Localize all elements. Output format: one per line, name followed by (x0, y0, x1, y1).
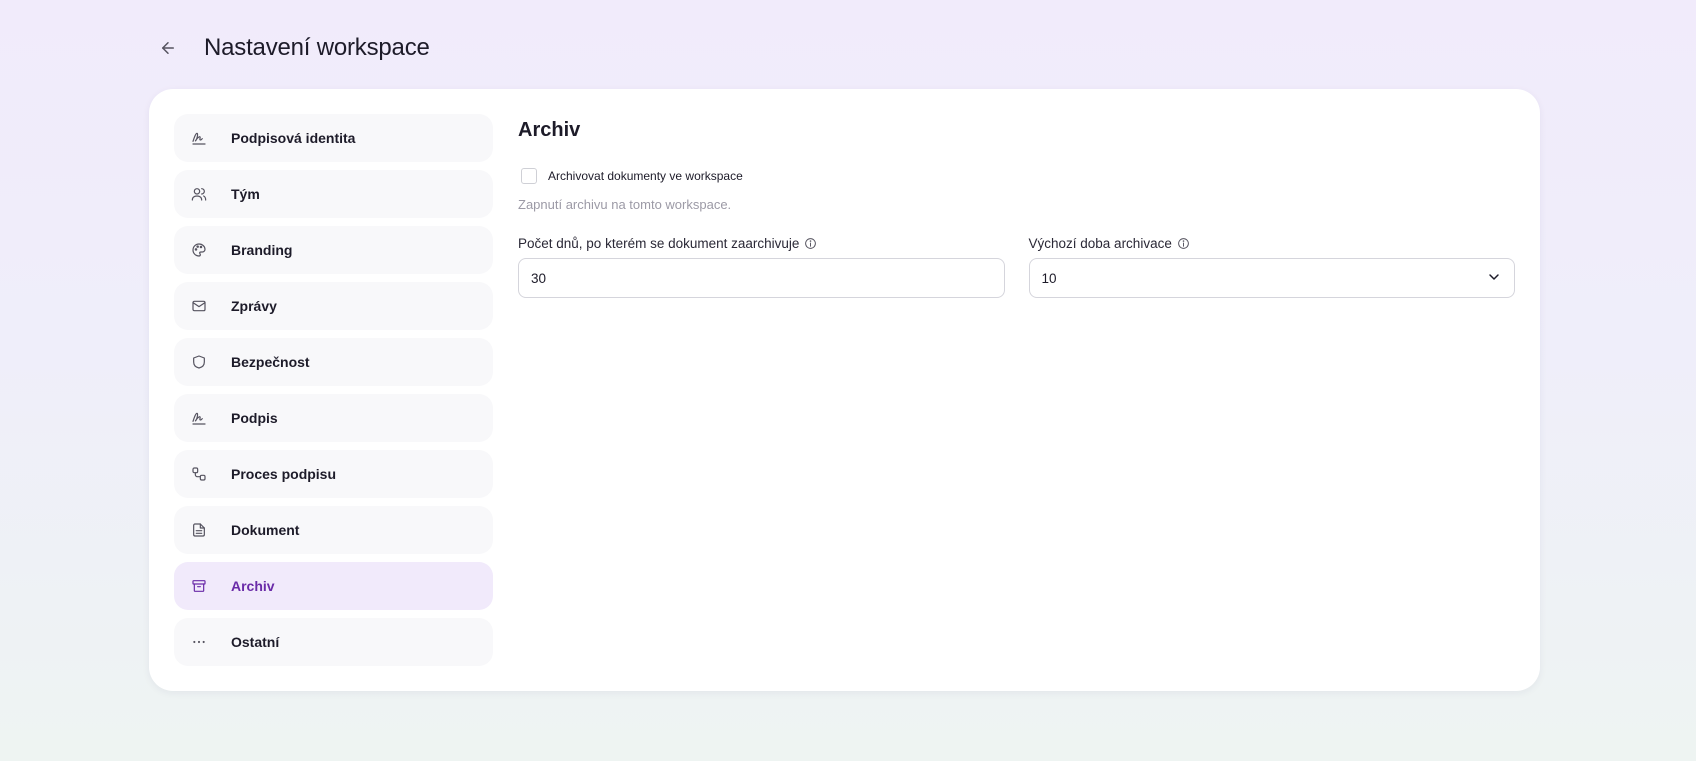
archive-help-text: Zapnutí archivu na tomto workspace. (518, 197, 732, 212)
arrow-left-icon (162, 42, 174, 54)
shield-icon (190, 353, 208, 371)
days-field: Počet dnů, po kterém se dokument zaarchi… (518, 234, 1005, 298)
sidebar-item-team[interactable]: Tým (174, 170, 493, 218)
sidebar-item-label: Tým (231, 186, 260, 202)
palette-icon (190, 241, 208, 259)
archive-checkbox[interactable] (521, 168, 537, 184)
sidebar-item-label: Podpisová identita (231, 130, 356, 146)
archive-settings-panel: Archiv Archivovat dokumenty ve workspace… (518, 114, 1515, 298)
sidebar-item-messages[interactable]: Zprávy (174, 282, 493, 330)
duration-field: Výchozí doba archivace 10 (1028, 234, 1516, 298)
days-label-text: Počet dnů, po kterém se dokument zaarchi… (518, 235, 800, 251)
sidebar-item-label: Archiv (231, 578, 275, 594)
sidebar-item-label: Zprávy (231, 298, 277, 314)
days-field-label: Počet dnů, po kterém se dokument zaarchi… (518, 234, 1005, 252)
sidebar-item-archive[interactable]: Archiv (174, 562, 493, 610)
more-icon (190, 633, 208, 651)
sidebar-item-label: Dokument (231, 522, 300, 538)
days-input[interactable]: 30 (518, 258, 1005, 298)
workflow-icon (190, 465, 208, 483)
sidebar-item-document[interactable]: Dokument (174, 506, 493, 554)
signature-icon (190, 409, 208, 427)
mail-icon (190, 297, 208, 315)
sidebar-item-label: Branding (231, 242, 293, 258)
settings-card: Podpisová identita Tým Branding Zprávy B (149, 89, 1540, 691)
users-icon (190, 185, 208, 203)
sidebar-item-security[interactable]: Bezpečnost (174, 338, 493, 386)
sidebar-item-signature[interactable]: Podpis (174, 394, 493, 442)
sidebar-item-branding[interactable]: Branding (174, 226, 493, 274)
archive-fields: Počet dnů, po kterém se dokument zaarchi… (518, 234, 1515, 298)
sidebar-item-label: Proces podpisu (231, 466, 337, 482)
duration-select-value: 10 (1041, 270, 1057, 286)
archive-toggle-row: Archivovat dokumenty ve workspace (518, 168, 1515, 184)
duration-field-label: Výchozí doba archivace (1029, 234, 1516, 252)
sidebar-item-signature-identity[interactable]: Podpisová identita (174, 114, 493, 162)
info-icon[interactable] (804, 237, 817, 250)
sidebar-item-label: Ostatní (231, 634, 280, 650)
sidebar-item-signing-process[interactable]: Proces podpisu (174, 450, 493, 498)
duration-select[interactable]: 10 (1028, 258, 1515, 298)
archive-icon (190, 577, 208, 595)
duration-label-text: Výchozí doba archivace (1028, 235, 1172, 251)
signature-icon (190, 129, 208, 147)
sidebar-item-label: Bezpečnost (231, 354, 310, 370)
archive-checkbox-label[interactable]: Archivovat dokumenty ve workspace (548, 169, 743, 183)
chevron-down-icon (1486, 269, 1502, 288)
page-title: Nastavení workspace (204, 34, 430, 61)
info-icon[interactable] (1177, 237, 1190, 250)
back-button[interactable] (150, 30, 186, 66)
section-title: Archiv (518, 119, 581, 141)
sidebar-item-other[interactable]: Ostatní (174, 618, 493, 666)
settings-sidebar: Podpisová identita Tým Branding Zprávy B (174, 114, 493, 666)
page-header: Nastavení workspace (150, 28, 430, 68)
document-icon (190, 521, 208, 539)
sidebar-item-label: Podpis (231, 410, 278, 426)
